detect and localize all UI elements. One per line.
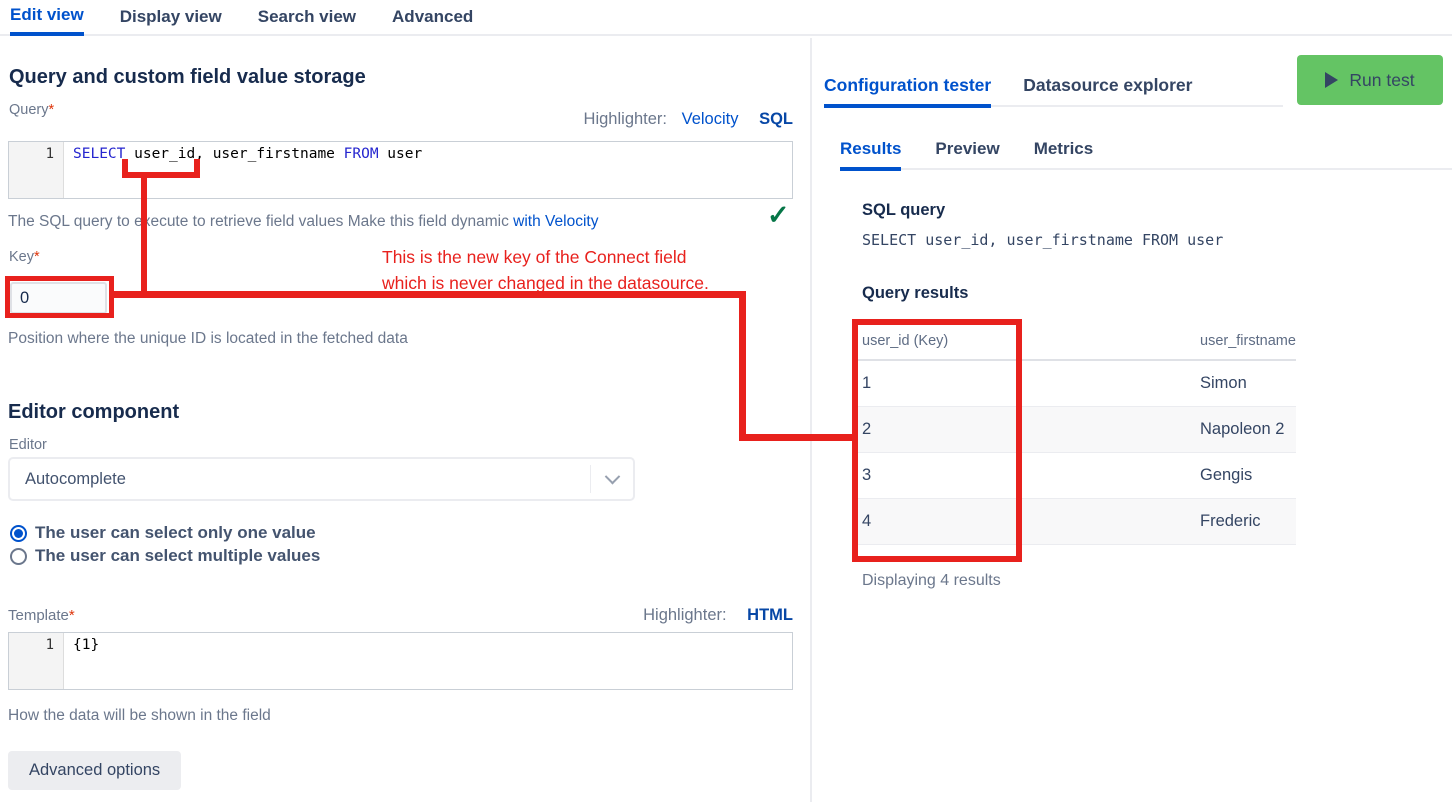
radio-unselected-icon — [10, 548, 27, 565]
editor-select-value: Autocomplete — [10, 470, 590, 489]
tab-datasource-explorer[interactable]: Datasource explorer — [1023, 75, 1192, 105]
results-subtabbar: Results Preview Metrics — [840, 139, 1452, 170]
subtab-metrics[interactable]: Metrics — [1034, 139, 1094, 168]
key-input[interactable] — [10, 282, 107, 314]
radio-multiple-values[interactable]: The user can select multiple values — [10, 546, 320, 566]
highlighter-html-link[interactable]: HTML — [747, 606, 793, 624]
annotation-connector-line — [113, 291, 746, 298]
required-asterisk: * — [34, 249, 40, 265]
advanced-options-button[interactable]: Advanced options — [8, 751, 181, 790]
cell-user-id: 1 — [852, 360, 1190, 407]
sql-query-title: SQL query — [862, 201, 945, 220]
tester-tabbar: Configuration tester Datasource explorer — [824, 75, 1283, 107]
section-title-query-storage: Query and custom field value storage — [9, 66, 366, 89]
table-row: 1 Simon — [852, 360, 1296, 407]
table-row: 4 Frederic — [852, 499, 1296, 545]
cell-user-id: 4 — [852, 499, 1190, 545]
highlighter-label: Highlighter: — [584, 110, 667, 128]
tab-advanced[interactable]: Advanced — [392, 0, 473, 34]
panel-divider — [810, 38, 812, 802]
play-icon — [1325, 72, 1338, 88]
radio-multiple-label: The user can select multiple values — [35, 546, 320, 566]
template-help-text: How the data will be shown in the field — [8, 707, 271, 725]
key-field-label: Key* — [9, 249, 40, 265]
run-test-button[interactable]: Run test — [1297, 55, 1443, 105]
results-count-text: Displaying 4 results — [862, 572, 1001, 590]
template-code-editor[interactable]: 1 {1} — [8, 632, 793, 690]
table-row: 2 Napoleon 2 — [852, 407, 1296, 453]
cell-user-id: 3 — [852, 453, 1190, 499]
with-velocity-link[interactable]: with Velocity — [513, 213, 598, 230]
connect-field-configuration-page: Edit view Display view Search view Advan… — [0, 0, 1452, 802]
highlighter-velocity-link[interactable]: Velocity — [682, 110, 739, 128]
editor-field-label: Editor — [9, 437, 47, 453]
run-test-label: Run test — [1349, 70, 1414, 91]
key-help-text: Position where the unique ID is located … — [8, 330, 408, 348]
query-code-editor[interactable]: 1 SELECT user_id, user_firstname FROM us… — [8, 141, 793, 199]
highlighter-sql-link[interactable]: SQL — [759, 110, 793, 128]
tab-configuration-tester[interactable]: Configuration tester — [824, 75, 991, 108]
editor-select[interactable]: Autocomplete — [8, 457, 635, 501]
table-header-row: user_id (Key) user_firstname — [852, 325, 1296, 360]
query-highlighter-row: Highlighter: Velocity SQL — [0, 110, 793, 129]
cell-user-id: 2 — [852, 407, 1190, 453]
valid-check-icon: ✓ — [767, 200, 790, 231]
radio-selected-icon — [10, 525, 27, 542]
sql-query-text: SELECT user_id, user_firstname FROM user — [862, 231, 1223, 249]
tab-edit-view[interactable]: Edit view — [10, 0, 84, 36]
template-editor-gutter: 1 — [9, 633, 64, 689]
query-help-text: The SQL query to execute to retrieve fie… — [8, 213, 598, 231]
template-highlighter-row: Highlighter: HTML — [0, 606, 793, 625]
subtab-results[interactable]: Results — [840, 139, 901, 171]
tab-display-view[interactable]: Display view — [120, 0, 222, 34]
cell-user-firstname: Simon — [1190, 360, 1296, 407]
tab-search-view[interactable]: Search view — [258, 0, 356, 34]
query-code-line[interactable]: SELECT user_id, user_firstname FROM user — [64, 142, 422, 198]
sql-keyword-from: FROM — [344, 146, 379, 162]
sql-table: user — [379, 146, 423, 162]
column-header-user-id: user_id (Key) — [852, 325, 1190, 360]
sql-columns: user_id, user_firstname — [125, 146, 343, 162]
query-results-title: Query results — [862, 284, 968, 303]
table-row: 3 Gengis — [852, 453, 1296, 499]
cell-user-firstname: Napoleon 2 — [1190, 407, 1296, 453]
highlighter-label: Highlighter: — [643, 606, 726, 624]
sql-keyword-select: SELECT — [73, 146, 125, 162]
annotation-connector-line — [739, 291, 746, 441]
radio-single-label: The user can select only one value — [35, 523, 316, 543]
column-header-user-firstname: user_firstname — [1190, 325, 1296, 360]
subtab-preview[interactable]: Preview — [935, 139, 999, 168]
query-results-table: user_id (Key) user_firstname 1 Simon 2 N… — [852, 325, 1296, 545]
annotation-connector-line — [739, 434, 858, 441]
annotation-note-text: This is the new key of the Connect field… — [382, 244, 709, 296]
chevron-down-icon — [591, 474, 633, 485]
radio-single-value[interactable]: The user can select only one value — [10, 523, 316, 543]
view-tabbar: Edit view Display view Search view Advan… — [0, 0, 1452, 36]
cell-user-firstname: Frederic — [1190, 499, 1296, 545]
section-title-editor-component: Editor component — [8, 401, 179, 424]
template-code-line[interactable]: {1} — [64, 633, 99, 689]
query-editor-gutter: 1 — [9, 142, 64, 198]
cell-user-firstname: Gengis — [1190, 453, 1296, 499]
